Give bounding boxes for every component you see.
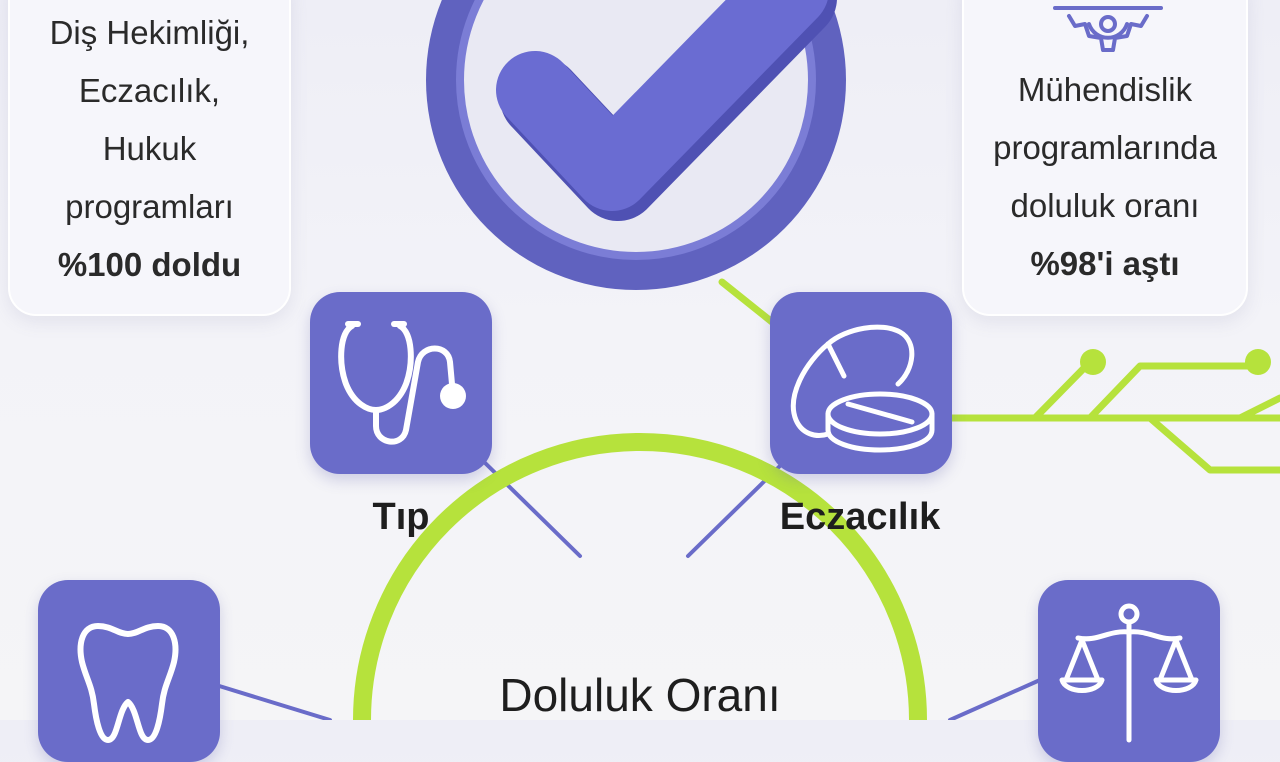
eczacilik-tile [770,292,952,474]
card-left-line: Diş Hekimliği, [49,14,250,51]
card-right-line: doluluk oranı [1010,187,1200,224]
stethoscope-icon [338,321,466,445]
card-right-highlight: %98'i aştı [1030,245,1180,282]
card-right-line: programlarında [993,129,1217,166]
tooth-icon [77,623,179,743]
eczacilik-label: Eczacılık [779,496,941,538]
card-left-line: Eczacılık, [78,72,221,109]
circuit-node [1245,349,1271,375]
tip-label: Tıp [372,496,430,538]
info-card-right: Mühendislik programlarında doluluk oranı… [962,0,1248,316]
gear-icon [1053,6,1163,52]
pills-icon [790,324,935,453]
circuit-node [1080,349,1106,375]
card-left-line: programları [65,188,234,225]
center-gauge-label: Doluluk Oranı [499,669,781,721]
checkmark-badge-icon [426,0,846,290]
card-right-line: Mühendislik [1017,71,1193,108]
tip-tile [310,292,492,474]
card-left-highlight: %100 doldu [57,246,242,283]
card-left-line: Hukuk [102,130,197,167]
info-card-left: Diş Hekimliği, Eczacılık, Hukuk programl… [8,0,291,316]
dis-tile [38,580,220,762]
hukuk-tile [1038,580,1220,762]
scales-icon [1059,603,1199,743]
